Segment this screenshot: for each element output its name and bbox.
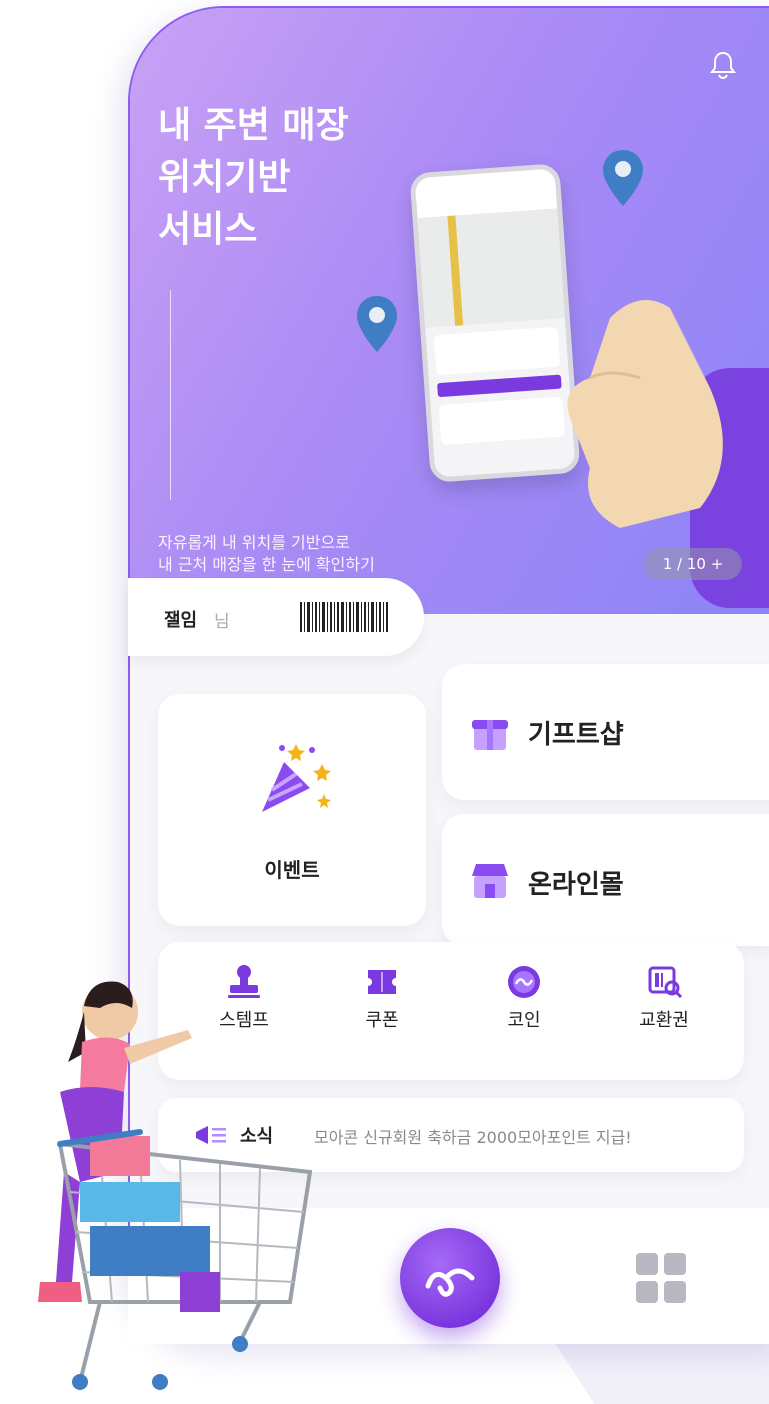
store-icon: [472, 864, 508, 898]
home-button[interactable]: [400, 1228, 500, 1328]
grid-menu-icon[interactable]: [636, 1253, 686, 1303]
user-name: 잴임: [164, 610, 198, 631]
slide-counter: 1 / 10 +: [644, 548, 742, 580]
menu-item-coin[interactable]: 코인: [464, 964, 584, 1032]
menu-label-voucher: 교환권: [639, 1010, 689, 1031]
event-card[interactable]: 이벤트: [158, 694, 426, 926]
online-mall-label: 온라인몰: [528, 870, 624, 900]
voucher-icon: [648, 966, 683, 999]
hero-banner[interactable]: 내 주변 매장 위치기반 서비스 자유롭게 내 위치를 기반으로 내 근처 매장…: [130, 8, 769, 614]
coupon-icon: [368, 970, 396, 994]
coin-icon: [508, 966, 540, 998]
hero-description: 자유롭게 내 위치를 기반으로 내 근처 매장을 한 눈에 확인하기: [158, 532, 375, 576]
user-card[interactable]: 잴임 님: [128, 578, 424, 656]
menu-label-coin: 코인: [507, 1010, 541, 1031]
gift-box-icon: [472, 720, 508, 750]
hero-title: 내 주변 매장 위치기반 서비스: [158, 100, 349, 256]
gift-shop-card[interactable]: 기프트샵: [442, 664, 769, 800]
hero-title-line: 서비스: [158, 209, 258, 250]
hero-title-line: 위치기반: [158, 157, 291, 198]
barcode-icon[interactable]: [300, 602, 388, 632]
event-label: 이벤트: [264, 858, 320, 882]
location-pin-icon: [357, 296, 397, 352]
hero-title-line: 내 주변 매장: [158, 105, 349, 146]
gift-shop-label: 기프트샵: [528, 720, 624, 750]
menu-item-voucher[interactable]: 교환권: [604, 964, 724, 1032]
hand-illustration: [567, 300, 723, 528]
menu-label-coupon: 쿠폰: [365, 1010, 399, 1031]
hero-description-line: 내 근처 매장을 한 눈에 확인하기: [158, 555, 375, 574]
menu-item-coupon[interactable]: 쿠폰: [322, 964, 442, 1032]
hero-description-line: 자유롭게 내 위치를 기반으로: [158, 533, 350, 552]
location-pin-icon: [603, 150, 643, 206]
hero-divider: [170, 290, 171, 500]
news-text: 모아콘 신규회원 축하금 2000모아포인트 지급!: [314, 1128, 632, 1147]
online-mall-card[interactable]: 온라인몰: [442, 814, 769, 946]
party-popper-icon: [262, 744, 331, 812]
brand-logo-icon: [425, 1268, 475, 1297]
bell-icon[interactable]: [706, 48, 740, 82]
user-suffix: 님: [214, 612, 230, 632]
shopper-illustration: [38, 981, 313, 1390]
